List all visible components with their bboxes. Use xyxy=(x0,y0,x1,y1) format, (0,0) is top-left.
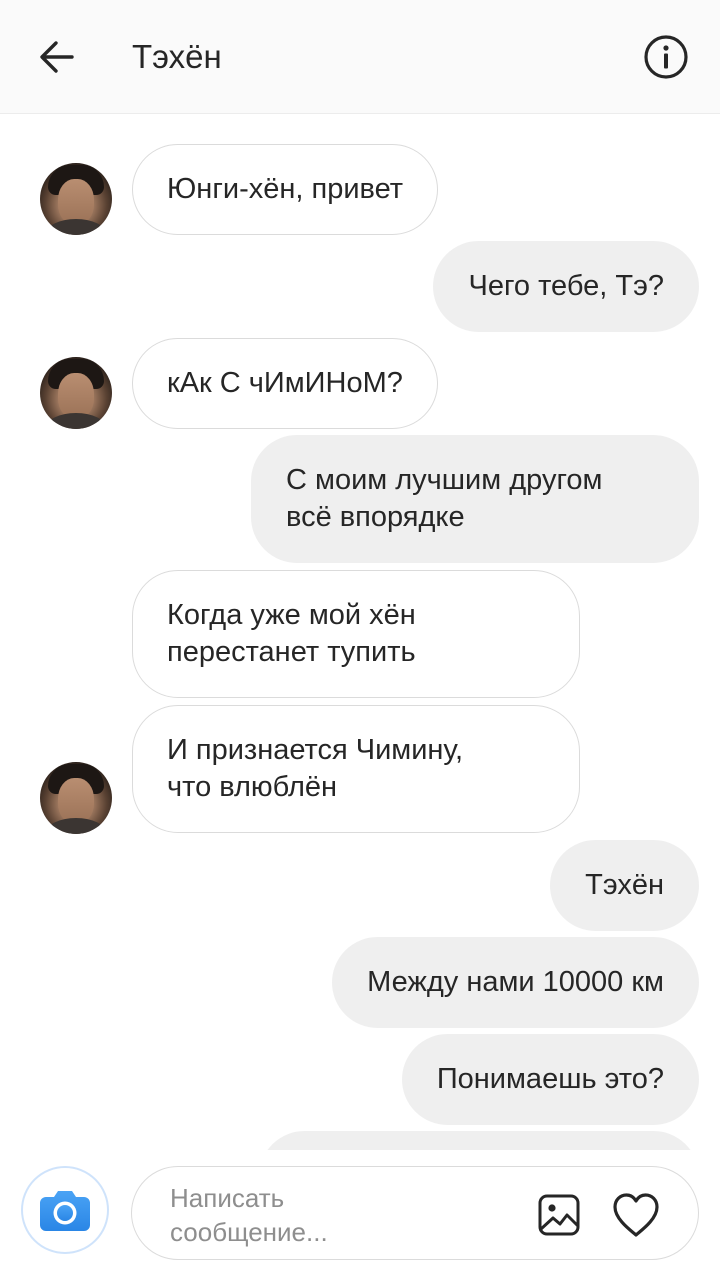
camera-icon xyxy=(40,1191,90,1231)
arrow-left-icon xyxy=(40,41,74,73)
back-button[interactable] xyxy=(30,31,82,83)
message-input[interactable]: Написать сообщение... xyxy=(131,1166,699,1260)
outgoing-message-bubble[interactable]: Понимаешь это? xyxy=(401,1034,699,1125)
message-text-line: перестанет тупить xyxy=(167,636,416,668)
incoming-message-bubble[interactable]: Юнги-хён, привет xyxy=(132,144,439,235)
info-button[interactable] xyxy=(641,32,691,82)
message-text: Чего тебе, Тэ? xyxy=(468,270,664,302)
message-text-line: всё впорядке xyxy=(286,501,465,533)
camera-button[interactable] xyxy=(21,1166,109,1254)
incoming-message-bubble[interactable]: И признается Чимину, что влюблён xyxy=(132,705,580,833)
incoming-message-bubble[interactable]: кАк С чИмИНоМ? xyxy=(132,338,438,429)
like-button[interactable] xyxy=(611,1191,661,1239)
message-input-placeholder: Написать сообщение... xyxy=(170,1183,328,1247)
message-text-line: что влюблён xyxy=(167,771,338,803)
contact-avatar[interactable] xyxy=(40,762,112,834)
contact-avatar[interactable] xyxy=(40,357,112,429)
outgoing-message-bubble[interactable]: Между нами 10000 км xyxy=(332,937,699,1028)
outgoing-message-bubble[interactable]: Чего тебе, Тэ? xyxy=(433,241,699,332)
outgoing-message-bubble[interactable]: Тэхён xyxy=(550,840,699,931)
message-composer: Написать сообщение... xyxy=(0,1150,720,1280)
conversation-title[interactable]: Тэхён xyxy=(132,36,222,78)
outgoing-message-bubble-partial[interactable] xyxy=(259,1131,699,1150)
incoming-message-bubble[interactable]: Когда уже мой хён перестанет тупить xyxy=(132,570,580,698)
chat-header: Тэхён xyxy=(0,0,720,114)
message-text: Понимаешь это? xyxy=(436,1063,664,1095)
image-icon xyxy=(538,1194,580,1236)
message-text-line: Когда уже мой хён xyxy=(167,599,416,631)
message-text: Юнги-хён, привет xyxy=(167,173,404,205)
outgoing-message-bubble[interactable]: С моим лучшим другом всё впорядке xyxy=(251,435,699,563)
info-circle-icon xyxy=(644,35,688,79)
contact-avatar[interactable] xyxy=(40,163,112,235)
message-text: Между нами 10000 км xyxy=(367,966,664,998)
message-list[interactable]: Юнги-хён, привет Чего тебе, Тэ? кАк С чИ… xyxy=(0,114,720,1150)
gallery-button[interactable] xyxy=(537,1193,581,1237)
message-text-line: С моим лучшим другом xyxy=(286,464,603,496)
message-text: кАк С чИмИНоМ? xyxy=(167,367,403,399)
message-text-line: И признается Чимину, xyxy=(167,734,464,766)
message-text: Тэхён xyxy=(585,869,664,901)
heart-icon xyxy=(613,1193,659,1237)
